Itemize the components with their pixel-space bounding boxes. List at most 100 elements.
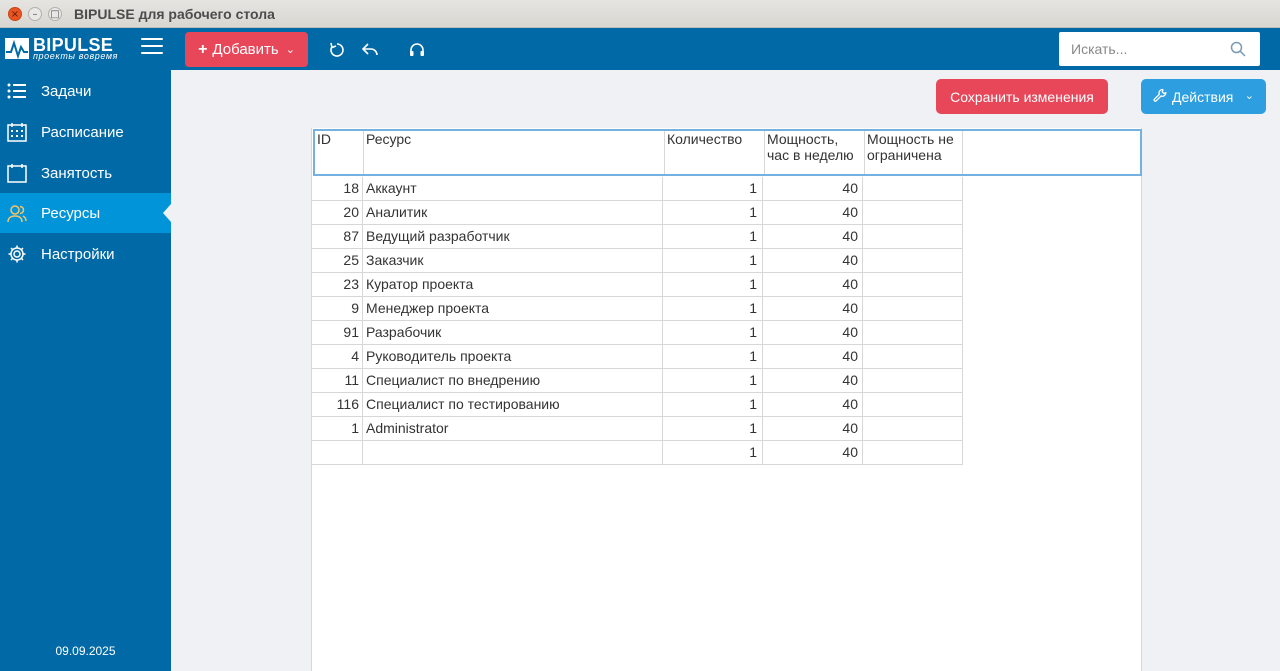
cell-quantity[interactable]: 1 (663, 201, 763, 225)
window-minimize-button[interactable]: – (28, 7, 42, 21)
cell-quantity[interactable]: 1 (663, 417, 763, 441)
cell-power[interactable]: 40 (763, 417, 863, 441)
cell-unlimited[interactable] (863, 345, 963, 369)
cell-power[interactable]: 40 (763, 345, 863, 369)
sidebar-item-resources[interactable]: Ресурсы (0, 193, 171, 233)
column-header-unlimited[interactable]: Мощность не ограничена (865, 131, 963, 174)
headset-icon[interactable] (408, 41, 426, 59)
pulse-logo-icon (5, 38, 29, 60)
cell-id[interactable]: 1 (312, 417, 363, 441)
sidebar-item-schedule[interactable]: Расписание (0, 112, 171, 152)
table-row[interactable]: 91 Разрабочик 1 40 (312, 321, 963, 345)
sidebar-item-label: Ресурсы (41, 205, 101, 222)
cell-unlimited[interactable] (863, 201, 963, 225)
sidebar-item-occupancy[interactable]: Занятость (0, 153, 171, 193)
cell-quantity[interactable]: 1 (663, 249, 763, 273)
cell-id[interactable]: 23 (312, 273, 363, 297)
cell-id[interactable]: 18 (312, 177, 363, 201)
cell-id[interactable]: 20 (312, 201, 363, 225)
cell-id[interactable] (312, 441, 363, 465)
cell-quantity[interactable]: 1 (663, 297, 763, 321)
search-icon[interactable] (1230, 41, 1246, 57)
cell-quantity[interactable]: 1 (663, 321, 763, 345)
cell-resource[interactable]: Заказчик (363, 249, 663, 273)
cell-power[interactable]: 40 (763, 225, 863, 249)
cell-id[interactable]: 91 (312, 321, 363, 345)
cell-quantity[interactable]: 1 (663, 441, 763, 465)
cell-power[interactable]: 40 (763, 201, 863, 225)
search-input[interactable] (1059, 32, 1219, 66)
table-row[interactable]: 20 Аналитик 1 40 (312, 201, 963, 225)
cell-power[interactable]: 40 (763, 321, 863, 345)
cell-quantity[interactable]: 1 (663, 273, 763, 297)
table-row[interactable]: 9 Менеджер проекта 1 40 (312, 297, 963, 321)
cell-id[interactable]: 87 (312, 225, 363, 249)
cell-resource[interactable]: Специалист по тестированию (363, 393, 663, 417)
cell-unlimited[interactable] (863, 273, 963, 297)
cell-resource[interactable]: Разрабочик (363, 321, 663, 345)
app-logo[interactable]: BIPULSE проекты вовремя (5, 35, 135, 62)
cell-resource[interactable]: Куратор проекта (363, 273, 663, 297)
undo-icon[interactable] (361, 41, 379, 59)
table-row[interactable]: 25 Заказчик 1 40 (312, 249, 963, 273)
cell-quantity[interactable]: 1 (663, 393, 763, 417)
table-row[interactable]: 23 Куратор проекта 1 40 (312, 273, 963, 297)
save-changes-button[interactable]: Сохранить изменения (936, 79, 1108, 114)
cell-unlimited[interactable] (863, 177, 963, 201)
menu-toggle-icon[interactable] (141, 38, 163, 58)
save-changes-label: Сохранить изменения (950, 88, 1094, 105)
cell-id[interactable]: 116 (312, 393, 363, 417)
actions-button[interactable]: Действия ⌄ (1141, 79, 1266, 114)
window-close-button[interactable]: × (8, 7, 22, 21)
cell-id[interactable]: 11 (312, 369, 363, 393)
add-button[interactable]: + Добавить ⌄ (185, 32, 308, 67)
table-row[interactable]: 1 Administrator 1 40 (312, 417, 963, 441)
table-row[interactable]: 11 Специалист по внедрению 1 40 (312, 369, 963, 393)
cell-quantity[interactable]: 1 (663, 345, 763, 369)
sidebar-item-tasks[interactable]: Задачи (0, 71, 171, 111)
cell-quantity[interactable]: 1 (663, 225, 763, 249)
cell-quantity[interactable]: 1 (663, 177, 763, 201)
cell-unlimited[interactable] (863, 249, 963, 273)
cell-power[interactable]: 40 (763, 273, 863, 297)
sidebar-item-settings[interactable]: Настройки (0, 234, 171, 274)
cell-power[interactable]: 40 (763, 249, 863, 273)
cell-resource[interactable]: Руководитель проекта (363, 345, 663, 369)
table-row[interactable]: 1 40 (312, 441, 963, 465)
cell-unlimited[interactable] (863, 441, 963, 465)
cell-unlimited[interactable] (863, 417, 963, 441)
window-maximize-button[interactable]: □ (48, 7, 62, 21)
column-header-resource[interactable]: Ресурс (364, 131, 665, 174)
column-header-id[interactable]: ID (315, 131, 364, 174)
column-header-quantity[interactable]: Количество (665, 131, 765, 174)
cell-id[interactable]: 25 (312, 249, 363, 273)
cell-resource[interactable]: Аналитик (363, 201, 663, 225)
table-row[interactable]: 116 Специалист по тестированию 1 40 (312, 393, 963, 417)
gear-icon (7, 244, 27, 264)
column-header-power[interactable]: Мощность, час в неделю (765, 131, 865, 174)
cell-id[interactable]: 9 (312, 297, 363, 321)
cell-unlimited[interactable] (863, 393, 963, 417)
table-row[interactable]: 18 Аккаунт 1 40 (312, 177, 963, 201)
cell-unlimited[interactable] (863, 321, 963, 345)
cell-unlimited[interactable] (863, 297, 963, 321)
table-row[interactable]: 4 Руководитель проекта 1 40 (312, 345, 963, 369)
cell-resource[interactable]: Специалист по внедрению (363, 369, 663, 393)
add-button-label: Добавить (212, 41, 279, 58)
cell-resource[interactable] (363, 441, 663, 465)
cell-power[interactable]: 40 (763, 369, 863, 393)
cell-power[interactable]: 40 (763, 393, 863, 417)
cell-unlimited[interactable] (863, 369, 963, 393)
cell-quantity[interactable]: 1 (663, 369, 763, 393)
cell-resource[interactable]: Administrator (363, 417, 663, 441)
cell-resource[interactable]: Аккаунт (363, 177, 663, 201)
cell-power[interactable]: 40 (763, 297, 863, 321)
cell-resource[interactable]: Ведущий разработчик (363, 225, 663, 249)
cell-power[interactable]: 40 (763, 177, 863, 201)
cell-resource[interactable]: Менеджер проекта (363, 297, 663, 321)
table-row[interactable]: 87 Ведущий разработчик 1 40 (312, 225, 963, 249)
cell-unlimited[interactable] (863, 225, 963, 249)
cell-id[interactable]: 4 (312, 345, 363, 369)
cell-power[interactable]: 40 (763, 441, 863, 465)
refresh-icon[interactable] (328, 41, 346, 59)
